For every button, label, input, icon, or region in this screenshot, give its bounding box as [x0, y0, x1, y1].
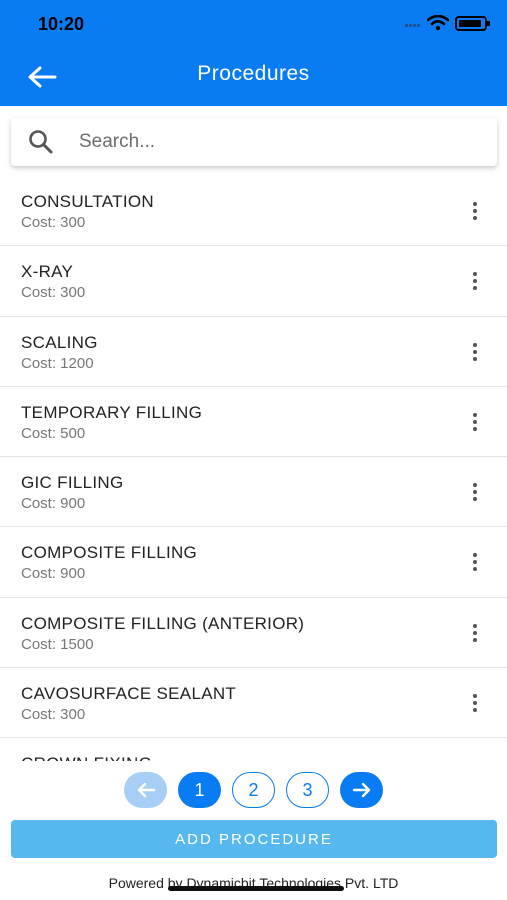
- more-options-icon[interactable]: [460, 407, 490, 437]
- more-options-icon[interactable]: [460, 266, 490, 296]
- procedure-name: GIC FILLING: [21, 473, 124, 493]
- arrow-right-icon: [352, 782, 370, 798]
- pagination: 1 2 3: [0, 770, 507, 810]
- procedure-cost: Cost: 300: [21, 284, 86, 302]
- add-procedure-button[interactable]: ADD PROCEDURE: [11, 820, 497, 858]
- procedure-cost: Cost: 500: [21, 424, 86, 442]
- next-page-button[interactable]: [340, 772, 383, 808]
- procedure-name: COMPOSITE FILLING (ANTERIOR): [21, 613, 305, 633]
- procedure-name: X-RAY: [21, 262, 74, 282]
- search-input[interactable]: [79, 131, 459, 153]
- list-item[interactable]: COMPOSITE FILLING (ANTERIOR) Cost: 1500: [0, 598, 507, 669]
- list-item[interactable]: COMPOSITE FILLING Cost: 900: [0, 527, 507, 598]
- page-button-2[interactable]: 2: [232, 772, 275, 808]
- procedure-cost: Cost: 300: [21, 706, 86, 724]
- home-indicator: [168, 886, 344, 891]
- signal-icon: [405, 14, 421, 32]
- procedure-cost: Cost: 1500: [21, 635, 94, 653]
- list-item[interactable]: CAVOSURFACE SEALANT Cost: 300: [0, 668, 507, 739]
- status-icons: [405, 14, 490, 32]
- more-options-icon[interactable]: [460, 688, 490, 718]
- procedure-cost: Cost: 900: [21, 565, 86, 583]
- more-options-icon[interactable]: [460, 758, 490, 761]
- page-title: Procedures: [197, 62, 310, 85]
- list-item[interactable]: X-RAY Cost: 300: [0, 246, 507, 317]
- procedure-name: COMPOSITE FILLING: [21, 543, 198, 563]
- more-options-icon[interactable]: [460, 196, 490, 226]
- arrow-left-icon: [137, 782, 155, 798]
- list-item[interactable]: CROWN FIXING: [0, 738, 507, 761]
- wifi-icon: [427, 15, 449, 31]
- list-item[interactable]: CONSULTATION Cost: 300: [0, 176, 507, 247]
- procedure-name: CROWN FIXING: [21, 754, 152, 761]
- list-item[interactable]: GIC FILLING Cost: 900: [0, 457, 507, 528]
- procedure-name: CONSULTATION: [21, 192, 154, 211]
- procedure-name: SCALING: [21, 332, 98, 352]
- status-bar: 10:20: [0, 0, 507, 50]
- list-item[interactable]: SCALING Cost: 1200: [0, 317, 507, 387]
- procedure-name: CAVOSURFACE SEALANT: [21, 684, 237, 704]
- more-options-icon[interactable]: [460, 618, 490, 648]
- status-time: 10:20: [38, 14, 85, 34]
- more-options-icon[interactable]: [460, 477, 490, 507]
- page-button-3[interactable]: 3: [286, 772, 329, 808]
- more-options-icon[interactable]: [460, 337, 490, 367]
- battery-icon: [455, 15, 490, 31]
- procedure-cost: Cost: 1200: [21, 354, 94, 372]
- search-icon: [29, 130, 53, 154]
- procedure-list: CONSULTATION Cost: 300 X-RAY Cost: 300 SCALI…: [0, 176, 507, 761]
- more-options-icon[interactable]: [460, 547, 490, 577]
- procedure-name: TEMPORARY FILLING: [21, 402, 203, 422]
- procedure-cost: Cost: 300: [21, 214, 86, 231]
- page-button-1[interactable]: 1: [178, 772, 221, 808]
- search-bar[interactable]: [11, 118, 497, 166]
- prev-page-button[interactable]: [124, 772, 167, 808]
- list-item[interactable]: TEMPORARY FILLING Cost: 500: [0, 387, 507, 458]
- procedure-cost: Cost: 900: [21, 495, 86, 513]
- app-header: 10:20 Procedures: [0, 0, 507, 106]
